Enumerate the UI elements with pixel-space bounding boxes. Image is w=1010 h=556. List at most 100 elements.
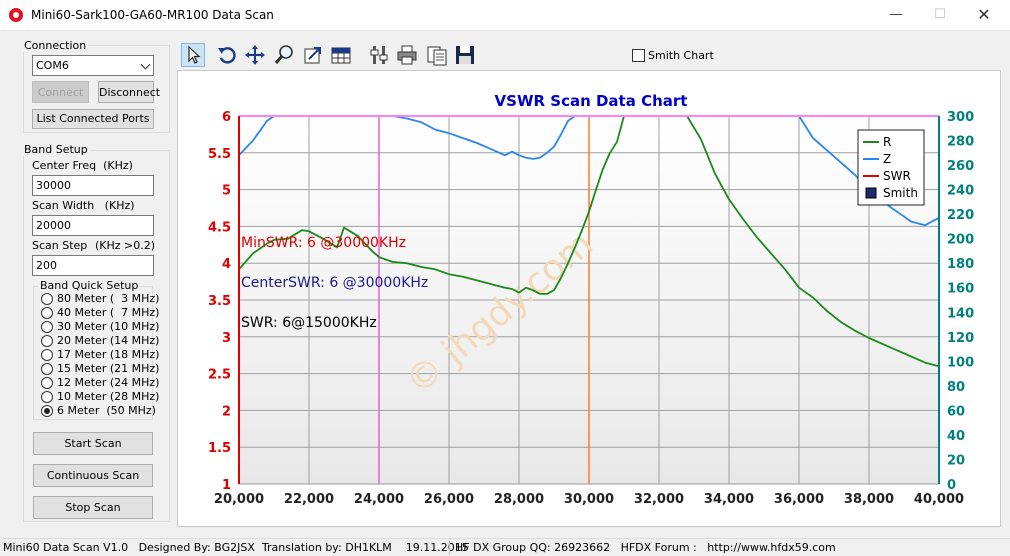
x-tick-label: 26,000	[424, 492, 474, 507]
center-freq-label: Center Freq (KHz)	[32, 159, 133, 172]
continuous-scan-button[interactable]: Continuous Scan	[33, 464, 153, 487]
status-app-info: Mini60 Data Scan V1.0 Designed By: BG2JS…	[3, 541, 469, 554]
y-left-tick-label: 1	[222, 478, 231, 493]
scan-width-input[interactable]: 20000	[32, 215, 154, 236]
y-left-tick-label: 5.5	[208, 147, 231, 162]
chart-title: VSWR Scan Data Chart	[495, 92, 688, 110]
legend-label: SWR	[883, 169, 911, 183]
radio-button[interactable]	[41, 293, 53, 305]
x-tick-label: 20,000	[214, 492, 264, 507]
zoom-icon[interactable]	[273, 43, 297, 67]
y-left-tick-label: 2	[222, 404, 231, 419]
move-icon[interactable]	[243, 43, 267, 67]
connection-group-label: Connection	[22, 39, 89, 52]
y-right-tick-label: 220	[947, 208, 974, 223]
band-option-label: 80 Meter ( 3 MHz)	[57, 292, 160, 305]
radio-button[interactable]	[41, 321, 53, 333]
chart-toolbar	[177, 40, 1001, 71]
disconnect-button[interactable]: Disconnect	[98, 81, 160, 103]
y-left-tick-label: 6	[222, 110, 231, 125]
center-freq-input[interactable]: 30000	[32, 175, 154, 196]
window-title: Mini60-Sark100-GA60-MR100 Data Scan	[31, 8, 274, 22]
y-right-tick-label: 280	[947, 135, 974, 150]
band-option-label: 17 Meter (18 MHz)	[57, 348, 160, 361]
status-forum-info: HF DX Group QQ: 26923662 HFDX Forum : ht…	[455, 541, 836, 554]
y-right-tick-label: 0	[947, 478, 956, 493]
scan-step-label: Scan Step	[32, 239, 88, 252]
chart-legend: RZ SWR Smith	[857, 129, 925, 206]
connect-button[interactable]: Connect	[32, 81, 89, 103]
print-icon[interactable]	[395, 43, 419, 67]
radio-button[interactable]	[41, 377, 53, 389]
radio-button[interactable]	[41, 335, 53, 347]
y-left-tick-label: 3.5	[208, 294, 231, 309]
band-option-label: 20 Meter (14 MHz)	[57, 334, 160, 347]
x-tick-label: 34,000	[704, 492, 754, 507]
smith-chart-checkbox[interactable]	[632, 49, 645, 62]
y-left-tick-label: 5	[222, 184, 231, 199]
x-tick-label: 28,000	[494, 492, 544, 507]
legend-swatch	[865, 187, 877, 199]
y-left-tick-label: 2.5	[208, 368, 231, 383]
y-right-tick-label: 100	[947, 355, 974, 370]
export-icon[interactable]	[301, 43, 325, 67]
x-tick-label: 38,000	[844, 492, 894, 507]
band-option-label: 15 Meter (21 MHz)	[57, 362, 160, 375]
rotate-icon[interactable]	[215, 43, 239, 67]
chevron-down-icon	[140, 59, 151, 70]
y-right-tick-label: 240	[947, 184, 974, 199]
title-bar: Mini60-Sark100-GA60-MR100 Data Scan — ☐ …	[0, 0, 1010, 31]
app-icon	[9, 8, 23, 22]
close-button[interactable]: ✕	[962, 0, 1006, 30]
band-option-label: 40 Meter ( 7 MHz)	[57, 306, 160, 319]
status-bar: Mini60 Data Scan V1.0 Designed By: BG2JS…	[0, 538, 1010, 556]
legend-label: R	[883, 135, 891, 149]
scan-width-label: Scan Width (KHz)	[32, 199, 135, 212]
x-tick-label: 36,000	[774, 492, 824, 507]
pointer-icon[interactable]	[181, 43, 205, 67]
y-right-tick-label: 260	[947, 159, 974, 174]
band-setup-label: Band Setup	[22, 143, 90, 156]
minimize-button[interactable]: —	[874, 0, 918, 30]
y-left-tick-label: 4	[222, 257, 231, 272]
band-quick-setup-label: Band Quick Setup	[38, 279, 141, 292]
y-right-tick-label: 200	[947, 233, 974, 248]
port-select-value: COM6	[36, 59, 69, 72]
radio-button[interactable]	[41, 391, 53, 403]
scan-step-input[interactable]: 200	[32, 255, 154, 276]
y-right-tick-label: 160	[947, 282, 974, 297]
x-tick-label: 32,000	[634, 492, 684, 507]
status-separator	[449, 541, 450, 555]
copy-icon[interactable]	[425, 43, 449, 67]
radio-button[interactable]	[41, 363, 53, 375]
start-scan-button[interactable]: Start Scan	[33, 432, 153, 455]
legend-label: Z	[883, 152, 891, 166]
y-right-tick-label: 140	[947, 306, 974, 321]
y-right-tick-label: 20	[947, 453, 965, 468]
y-right-tick-label: 60	[947, 404, 965, 419]
center-swr-annotation: CenterSWR: 6 @30000KHz	[241, 275, 428, 291]
band-option-label: 12 Meter (24 MHz)	[57, 376, 160, 389]
stop-scan-button[interactable]: Stop Scan	[33, 496, 153, 519]
legend-label: Smith	[883, 186, 918, 200]
y-right-tick-label: 180	[947, 257, 974, 272]
list-ports-button[interactable]: List Connected Ports	[32, 109, 154, 129]
min-swr-annotation: MinSWR: 6 @30000KHz	[241, 235, 406, 251]
y-left-tick-label: 4.5	[208, 220, 231, 235]
smith-chart-label: Smith Chart	[648, 49, 714, 62]
y-left-tick-label: 3	[222, 331, 231, 346]
band-option-label: 10 Meter (28 MHz)	[57, 390, 160, 403]
vswr-chart: © jhgdy.com 20,000 22,000 24,000 26,000 28,0…	[208, 92, 974, 507]
save-icon[interactable]	[453, 43, 477, 67]
port-select[interactable]: COM6	[32, 55, 154, 76]
radio-button[interactable]	[41, 349, 53, 361]
maximize-button[interactable]: ☐	[918, 0, 962, 30]
swr-annotation: SWR: 6@15000KHz	[241, 315, 377, 331]
band-option-label: 30 Meter (10 MHz)	[57, 320, 160, 333]
radio-button[interactable]	[41, 405, 53, 417]
y-right-tick-label: 40	[947, 429, 965, 444]
table-icon[interactable]	[329, 43, 353, 67]
radio-button[interactable]	[41, 307, 53, 319]
y-right-tick-label: 300	[947, 110, 974, 125]
settings-icon[interactable]	[367, 43, 391, 67]
